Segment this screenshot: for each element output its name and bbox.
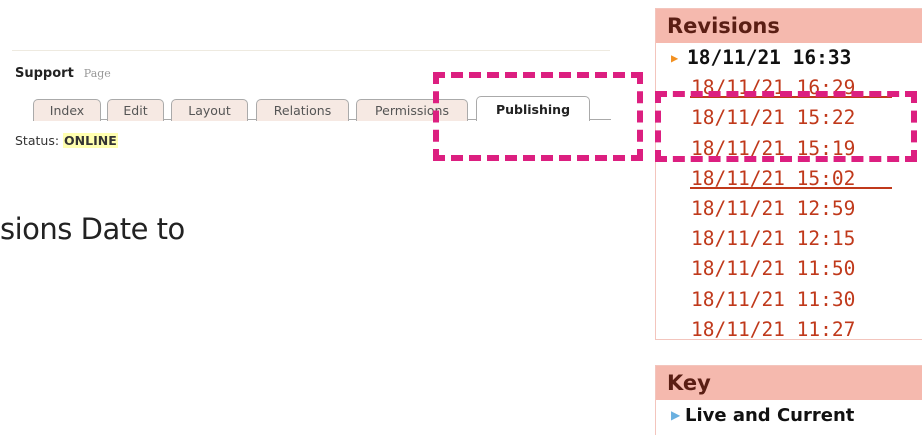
revision-item[interactable]: 18/11/21 12:15 — [656, 224, 922, 254]
revision-date: 18/11/21 16:33 — [687, 46, 852, 69]
background-caption: sions Date to — [0, 212, 185, 246]
revision-strike-line — [690, 187, 892, 189]
revision-item[interactable]: 18/11/21 11:27 — [656, 315, 922, 345]
page-title: Support — [15, 66, 74, 81]
annotation-highlight-box — [433, 72, 643, 161]
status-line: Status: ONLINE — [15, 133, 118, 148]
tab-edit[interactable]: Edit — [107, 99, 164, 121]
revision-item[interactable]: 18/11/21 11:30 — [656, 285, 922, 315]
tab-relations[interactable]: Relations — [256, 99, 349, 121]
tab-index[interactable]: Index — [33, 99, 101, 121]
key-item-live: ▶ Live and Current — [656, 400, 922, 430]
page-type: Page — [83, 67, 111, 80]
status-badge: ONLINE — [63, 133, 118, 148]
page-heading: Support Page — [15, 66, 111, 81]
key-header: Key — [656, 366, 922, 400]
revision-item-current[interactable]: ▶ 18/11/21 16:33 — [656, 43, 922, 73]
revisions-list: ▶ 18/11/21 16:33 18/11/21 16:29 18/11/21 … — [656, 43, 922, 345]
revision-item[interactable]: 18/11/21 12:59 — [656, 194, 922, 224]
revisions-header: Revisions — [656, 9, 922, 43]
triangle-right-icon: ▶ — [671, 51, 679, 65]
key-item-label: Live and Current — [685, 405, 855, 426]
revision-item[interactable]: 18/11/21 15:02 — [656, 164, 922, 194]
revisions-panel: Revisions ▶ 18/11/21 16:33 18/11/21 16:29… — [655, 8, 922, 341]
status-label: Status: — [15, 133, 60, 148]
annotation-highlight-box — [655, 91, 917, 162]
top-divider — [12, 50, 610, 51]
triangle-right-icon: ▶ — [671, 408, 681, 422]
key-panel: Key ▶ Live and Current — [655, 365, 922, 435]
revision-item[interactable]: 18/11/21 11:50 — [656, 254, 922, 284]
tab-layout[interactable]: Layout — [171, 99, 248, 121]
